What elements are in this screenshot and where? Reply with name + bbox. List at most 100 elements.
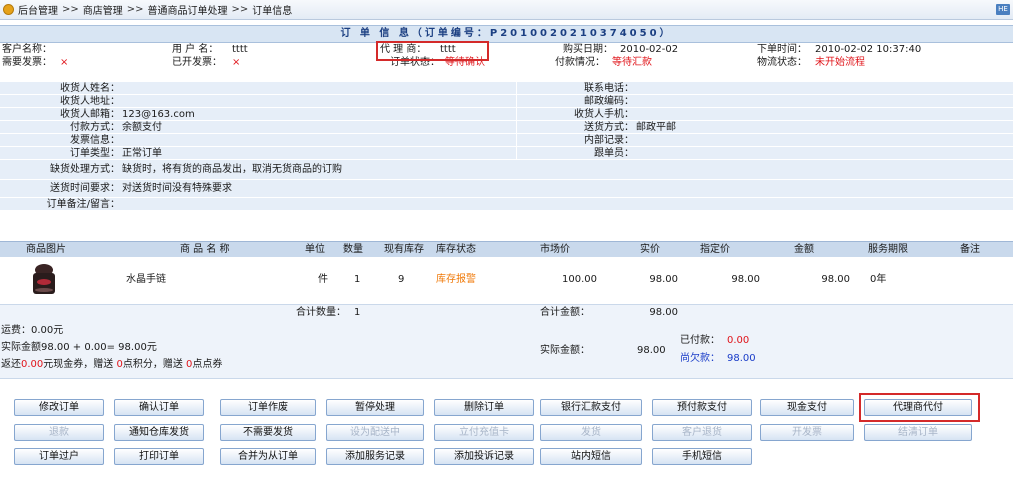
delivery-method-label: 送货方式： xyxy=(584,122,634,133)
order-type-value: 正常订单 xyxy=(122,148,162,159)
product-image[interactable] xyxy=(28,263,60,297)
total-amount-label: 合计金额： xyxy=(540,307,590,318)
total-qty-label: 合计数量： xyxy=(296,307,346,318)
print-order-button[interactable]: 打印订单 xyxy=(114,448,204,465)
product-service: 0年 xyxy=(870,274,887,285)
username-label: 用 户 名： xyxy=(172,44,219,55)
void-order-button[interactable]: 订单作废 xyxy=(220,399,316,416)
paid-value: 0.00 xyxy=(727,335,750,346)
col-name: 商 品 名 称 xyxy=(180,244,230,255)
total-amount-value: 98.00 xyxy=(649,307,678,318)
actual-formula-text: 实际金额98.00 + 0.00= 98.00元 xyxy=(1,342,157,353)
confirm-order-button[interactable]: 确认订单 xyxy=(114,399,204,416)
ship-button[interactable]: 发货 xyxy=(540,424,642,441)
follower-label: 跟单员： xyxy=(594,148,634,159)
address-label: 收货人地址： xyxy=(60,96,120,107)
agent-value: tttt xyxy=(440,44,456,55)
add-service-record-button[interactable]: 添加服务记录 xyxy=(326,448,424,465)
username-value: tttt xyxy=(232,44,248,55)
breadcrumb-item-shop[interactable]: 商店管理 xyxy=(83,2,123,17)
paid-label: 已付款： xyxy=(680,335,720,346)
shipping-details: 收货人姓名： 联系电话： 收货人地址： 邮政编码： 收货人邮箱： 123@163… xyxy=(0,82,1013,211)
refund-button[interactable]: 退款 xyxy=(14,424,104,441)
order-time-value: 2010-02-02 10:37:40 xyxy=(815,44,922,55)
email-value: 123@163.com xyxy=(122,109,195,120)
prepaid-pay-button[interactable]: 预付款支付 xyxy=(652,399,752,416)
payment-status-value: 等待汇款 xyxy=(612,57,652,68)
page-title: 订 单 信 息（订单编号：P2010020210374050） xyxy=(0,25,1013,43)
add-complaint-button[interactable]: 添加投诉记录 xyxy=(434,448,534,465)
invoice-info-label: 发票信息： xyxy=(70,135,120,146)
detail-row: 订单备注/留言： xyxy=(0,198,1013,211)
no-shipping-button[interactable]: 不需要发货 xyxy=(220,424,316,441)
col-amount: 金额 xyxy=(794,244,814,255)
product-real-price: 98.00 xyxy=(649,274,678,285)
col-image: 商品图片 xyxy=(26,244,66,255)
issue-invoice-button[interactable]: 开发票 xyxy=(760,424,854,441)
notify-warehouse-button[interactable]: 通知仓库发货 xyxy=(114,424,204,441)
home-icon xyxy=(3,4,14,15)
order-status-label: 订单状态： xyxy=(390,57,440,68)
detail-row: 收货人地址： 邮政编码： xyxy=(0,95,1013,108)
invoiced-value: × xyxy=(232,57,241,68)
breadcrumb: 后台管理 >> 商店管理 >> 普通商品订单处理 >> 订单信息 HE xyxy=(0,0,1013,20)
product-stock-status: 库存报警 xyxy=(436,274,476,285)
rebate-suffix: 点点券 xyxy=(192,359,223,370)
col-service: 服务期限 xyxy=(868,244,908,255)
detail-row: 缺货处理方式： 缺货时，将有货的商品发出，取消无货商品的订购 xyxy=(0,160,1013,180)
rebate-mid2: 点积分，赠送 xyxy=(122,359,183,370)
cash-pay-button[interactable]: 现金支付 xyxy=(760,399,854,416)
col-remark: 备注 xyxy=(960,244,980,255)
breadcrumb-item-admin[interactable]: 后台管理 xyxy=(18,2,58,17)
recharge-card-button[interactable]: 立付充值卡 xyxy=(434,424,534,441)
table-totals: 合计数量： 1 合计金额： 98.00 xyxy=(0,304,1013,321)
set-delivering-button[interactable]: 设为配送中 xyxy=(326,424,424,441)
site-message-button[interactable]: 站内短信 xyxy=(540,448,642,465)
settle-order-button[interactable]: 结清订单 xyxy=(864,424,972,441)
product-unit: 件 xyxy=(318,274,328,285)
customer-return-button[interactable]: 客户退货 xyxy=(652,424,752,441)
delivery-time-label: 送货时间要求： xyxy=(50,183,120,194)
internal-note-label: 内部记录： xyxy=(584,135,634,146)
col-assigned-price: 指定价 xyxy=(700,244,730,255)
payment-method-label: 付款方式： xyxy=(70,122,120,133)
logistics-value: 未开始流程 xyxy=(815,57,865,68)
sms-button[interactable]: 手机短信 xyxy=(652,448,752,465)
transfer-order-button[interactable]: 订单过户 xyxy=(14,448,104,465)
detail-row: 收货人邮箱： 123@163.com 收货人手机： xyxy=(0,108,1013,121)
rebate-mid: 元现金券，赠送 xyxy=(43,359,114,370)
remark-label: 订单备注/留言： xyxy=(46,199,120,210)
col-market-price: 市场价 xyxy=(540,244,570,255)
col-stock: 现有库存 xyxy=(384,244,424,255)
product-assigned-price: 98.00 xyxy=(731,274,760,285)
product-market-price: 100.00 xyxy=(562,274,597,285)
delivery-method-value: 邮政平邮 xyxy=(636,122,676,133)
email-label: 收货人邮箱： xyxy=(60,109,120,120)
rebate-text: 返还0.00元现金券，赠送 0点积分，赠送 0点点券 xyxy=(1,358,222,371)
actual-amount-label: 实际金额： xyxy=(540,345,590,356)
detail-row: 订单类型： 正常订单 跟单员： xyxy=(0,147,1013,160)
table-row: 水晶手链 件 1 9 库存报警 100.00 98.00 98.00 98.00… xyxy=(0,257,1013,303)
purchase-date-label: 购买日期： xyxy=(563,44,613,55)
breadcrumb-separator: >> xyxy=(231,4,249,15)
product-name[interactable]: 水晶手链 xyxy=(126,257,166,303)
total-qty-value: 1 xyxy=(354,307,361,318)
pause-order-button[interactable]: 暂停处理 xyxy=(326,399,424,416)
bank-transfer-button[interactable]: 银行汇款支付 xyxy=(540,399,642,416)
rebate-cash: 0.00 xyxy=(21,359,44,370)
breadcrumb-item-orders[interactable]: 普通商品订单处理 xyxy=(148,2,228,17)
product-amount: 98.00 xyxy=(821,274,850,285)
freight-text: 运费：0.00元 xyxy=(1,325,64,336)
detail-row: 收货人姓名： 联系电话： xyxy=(0,82,1013,95)
delete-order-button[interactable]: 删除订单 xyxy=(434,399,534,416)
agent-pay-button[interactable]: 代理商代付 xyxy=(864,399,972,416)
purchase-date-value: 2010-02-02 xyxy=(620,44,679,55)
recipient-name-label: 收货人姓名： xyxy=(60,83,120,94)
order-status-value: 等待确认 xyxy=(445,57,485,68)
detail-row: 送货时间要求： 对送货时间没有特殊要求 xyxy=(0,180,1013,198)
help-icon[interactable]: HE xyxy=(996,4,1010,15)
merge-order-button[interactable]: 合并为从订单 xyxy=(220,448,316,465)
owed-label: 尚欠款： xyxy=(680,353,720,364)
modify-order-button[interactable]: 修改订单 xyxy=(14,399,104,416)
col-real-price: 实价 xyxy=(640,244,660,255)
